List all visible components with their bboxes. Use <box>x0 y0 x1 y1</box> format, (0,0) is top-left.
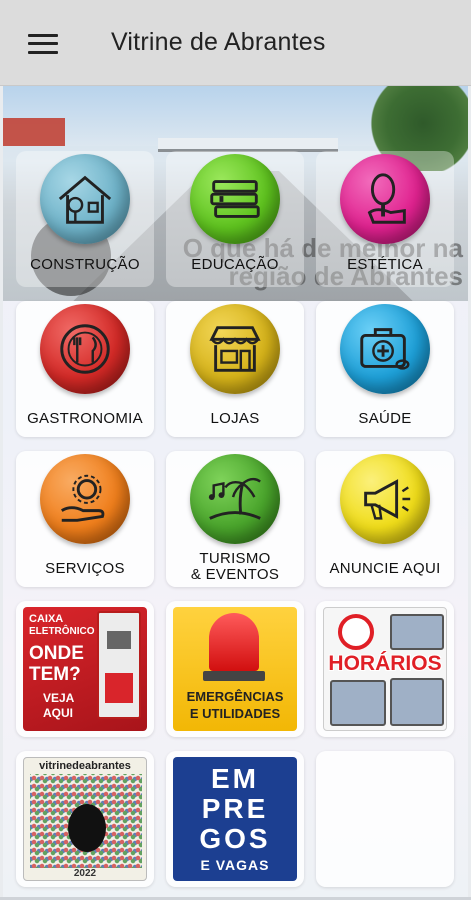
category-tile-turismo-eventos[interactable]: TURISMO & EVENTOS <box>166 451 304 587</box>
category-label: SERVIÇOS <box>45 560 125 577</box>
category-label: SAÚDE <box>358 410 412 427</box>
emergency-line2: E UTILIDADES <box>189 706 281 721</box>
vitrine-year: 2022 <box>73 868 97 879</box>
app-title: Vitrine de Abrantes <box>111 28 326 56</box>
siren-icon <box>209 613 259 671</box>
category-label-line1: TURISMO <box>199 550 271 567</box>
promo-tile-vitrine[interactable]: vitrinedeabrantes 2022 <box>16 751 154 887</box>
jobs-line3: GOS <box>199 823 271 854</box>
jobs-line4: E VAGAS <box>200 857 270 873</box>
vitrine-title: vitrinedeabrantes <box>39 760 131 772</box>
emergency-line1: EMERGÊNCIAS <box>186 689 284 704</box>
mirror-icon <box>340 154 430 244</box>
atm-line4: TEM? <box>29 664 81 685</box>
medical-kit-icon <box>340 304 430 394</box>
plate-cutlery-icon <box>40 304 130 394</box>
emergency-banner: EMERGÊNCIAS E UTILIDADES <box>173 607 297 731</box>
main-content[interactable]: O que há de melhor na região de Abrantes… <box>3 86 468 897</box>
category-tile-lojas[interactable]: LOJAS <box>166 301 304 437</box>
category-tile-educacao[interactable]: EDUCAÇÃO <box>166 151 304 287</box>
jobs-banner: EM PRE GOS E VAGAS <box>173 757 297 881</box>
storefront-icon <box>190 304 280 394</box>
palm-island-icon <box>190 454 280 544</box>
app-bar: Vitrine de Abrantes <box>0 0 471 86</box>
jobs-line1: EM <box>211 763 259 794</box>
house-icon <box>40 154 130 244</box>
vitrine-logo-icon <box>68 804 106 852</box>
atm-line3: ONDE <box>29 643 84 664</box>
alarm-clock-icon <box>338 614 374 650</box>
promo-tile-horarios[interactable]: HORÁRIOS <box>316 601 454 737</box>
promo-tile-emergencias[interactable]: EMERGÊNCIAS E UTILIDADES <box>166 601 304 737</box>
gear-hand-icon <box>40 454 130 544</box>
category-tile-servicos[interactable]: SERVIÇOS <box>16 451 154 587</box>
hamburger-menu-icon[interactable] <box>28 33 58 54</box>
category-label: EDUCAÇÃO <box>191 256 279 273</box>
bus-icon <box>390 678 444 726</box>
category-label: CONSTRUÇÃO <box>30 256 140 273</box>
category-tile-estetica[interactable]: ESTÉTICA <box>316 151 454 287</box>
category-label: LOJAS <box>210 410 260 427</box>
atm-line2: ELETRÔNICO <box>29 626 95 637</box>
promo-tile-caixa-eletronico[interactable]: CAIXA ELETRÔNICO ONDE TEM? VEJA AQUI <box>16 601 154 737</box>
megaphone-icon <box>340 454 430 544</box>
atm-line1: CAIXA <box>29 613 64 625</box>
schedules-label: HORÁRIOS <box>328 652 442 675</box>
category-label-line2: & EVENTOS <box>190 566 280 583</box>
atm-line5: VEJA <box>43 691 75 705</box>
category-label: ANUNCIE AQUI <box>329 560 441 577</box>
bus-icon <box>330 680 386 726</box>
atm-line6: AQUI <box>43 706 73 720</box>
empty-tile <box>316 751 454 887</box>
category-tile-gastronomia[interactable]: GASTRONOMIA <box>16 301 154 437</box>
atm-banner: CAIXA ELETRÔNICO ONDE TEM? VEJA AQUI <box>23 607 147 731</box>
promo-tile-empregos[interactable]: EM PRE GOS E VAGAS <box>166 751 304 887</box>
schedules-banner: HORÁRIOS <box>323 607 447 731</box>
vitrine-banner: vitrinedeabrantes 2022 <box>23 757 147 881</box>
category-label: GASTRONOMIA <box>27 410 143 427</box>
category-tile-saude[interactable]: SAÚDE <box>316 301 454 437</box>
category-tile-construcao[interactable]: CONSTRUÇÃO <box>16 151 154 287</box>
bus-icon <box>390 614 444 650</box>
atm-machine-icon <box>97 611 141 719</box>
category-label: ESTÉTICA <box>347 256 423 273</box>
jobs-line2: PRE <box>201 793 269 824</box>
category-tile-anuncie-aqui[interactable]: ANUNCIE AQUI <box>316 451 454 587</box>
books-icon <box>190 154 280 244</box>
